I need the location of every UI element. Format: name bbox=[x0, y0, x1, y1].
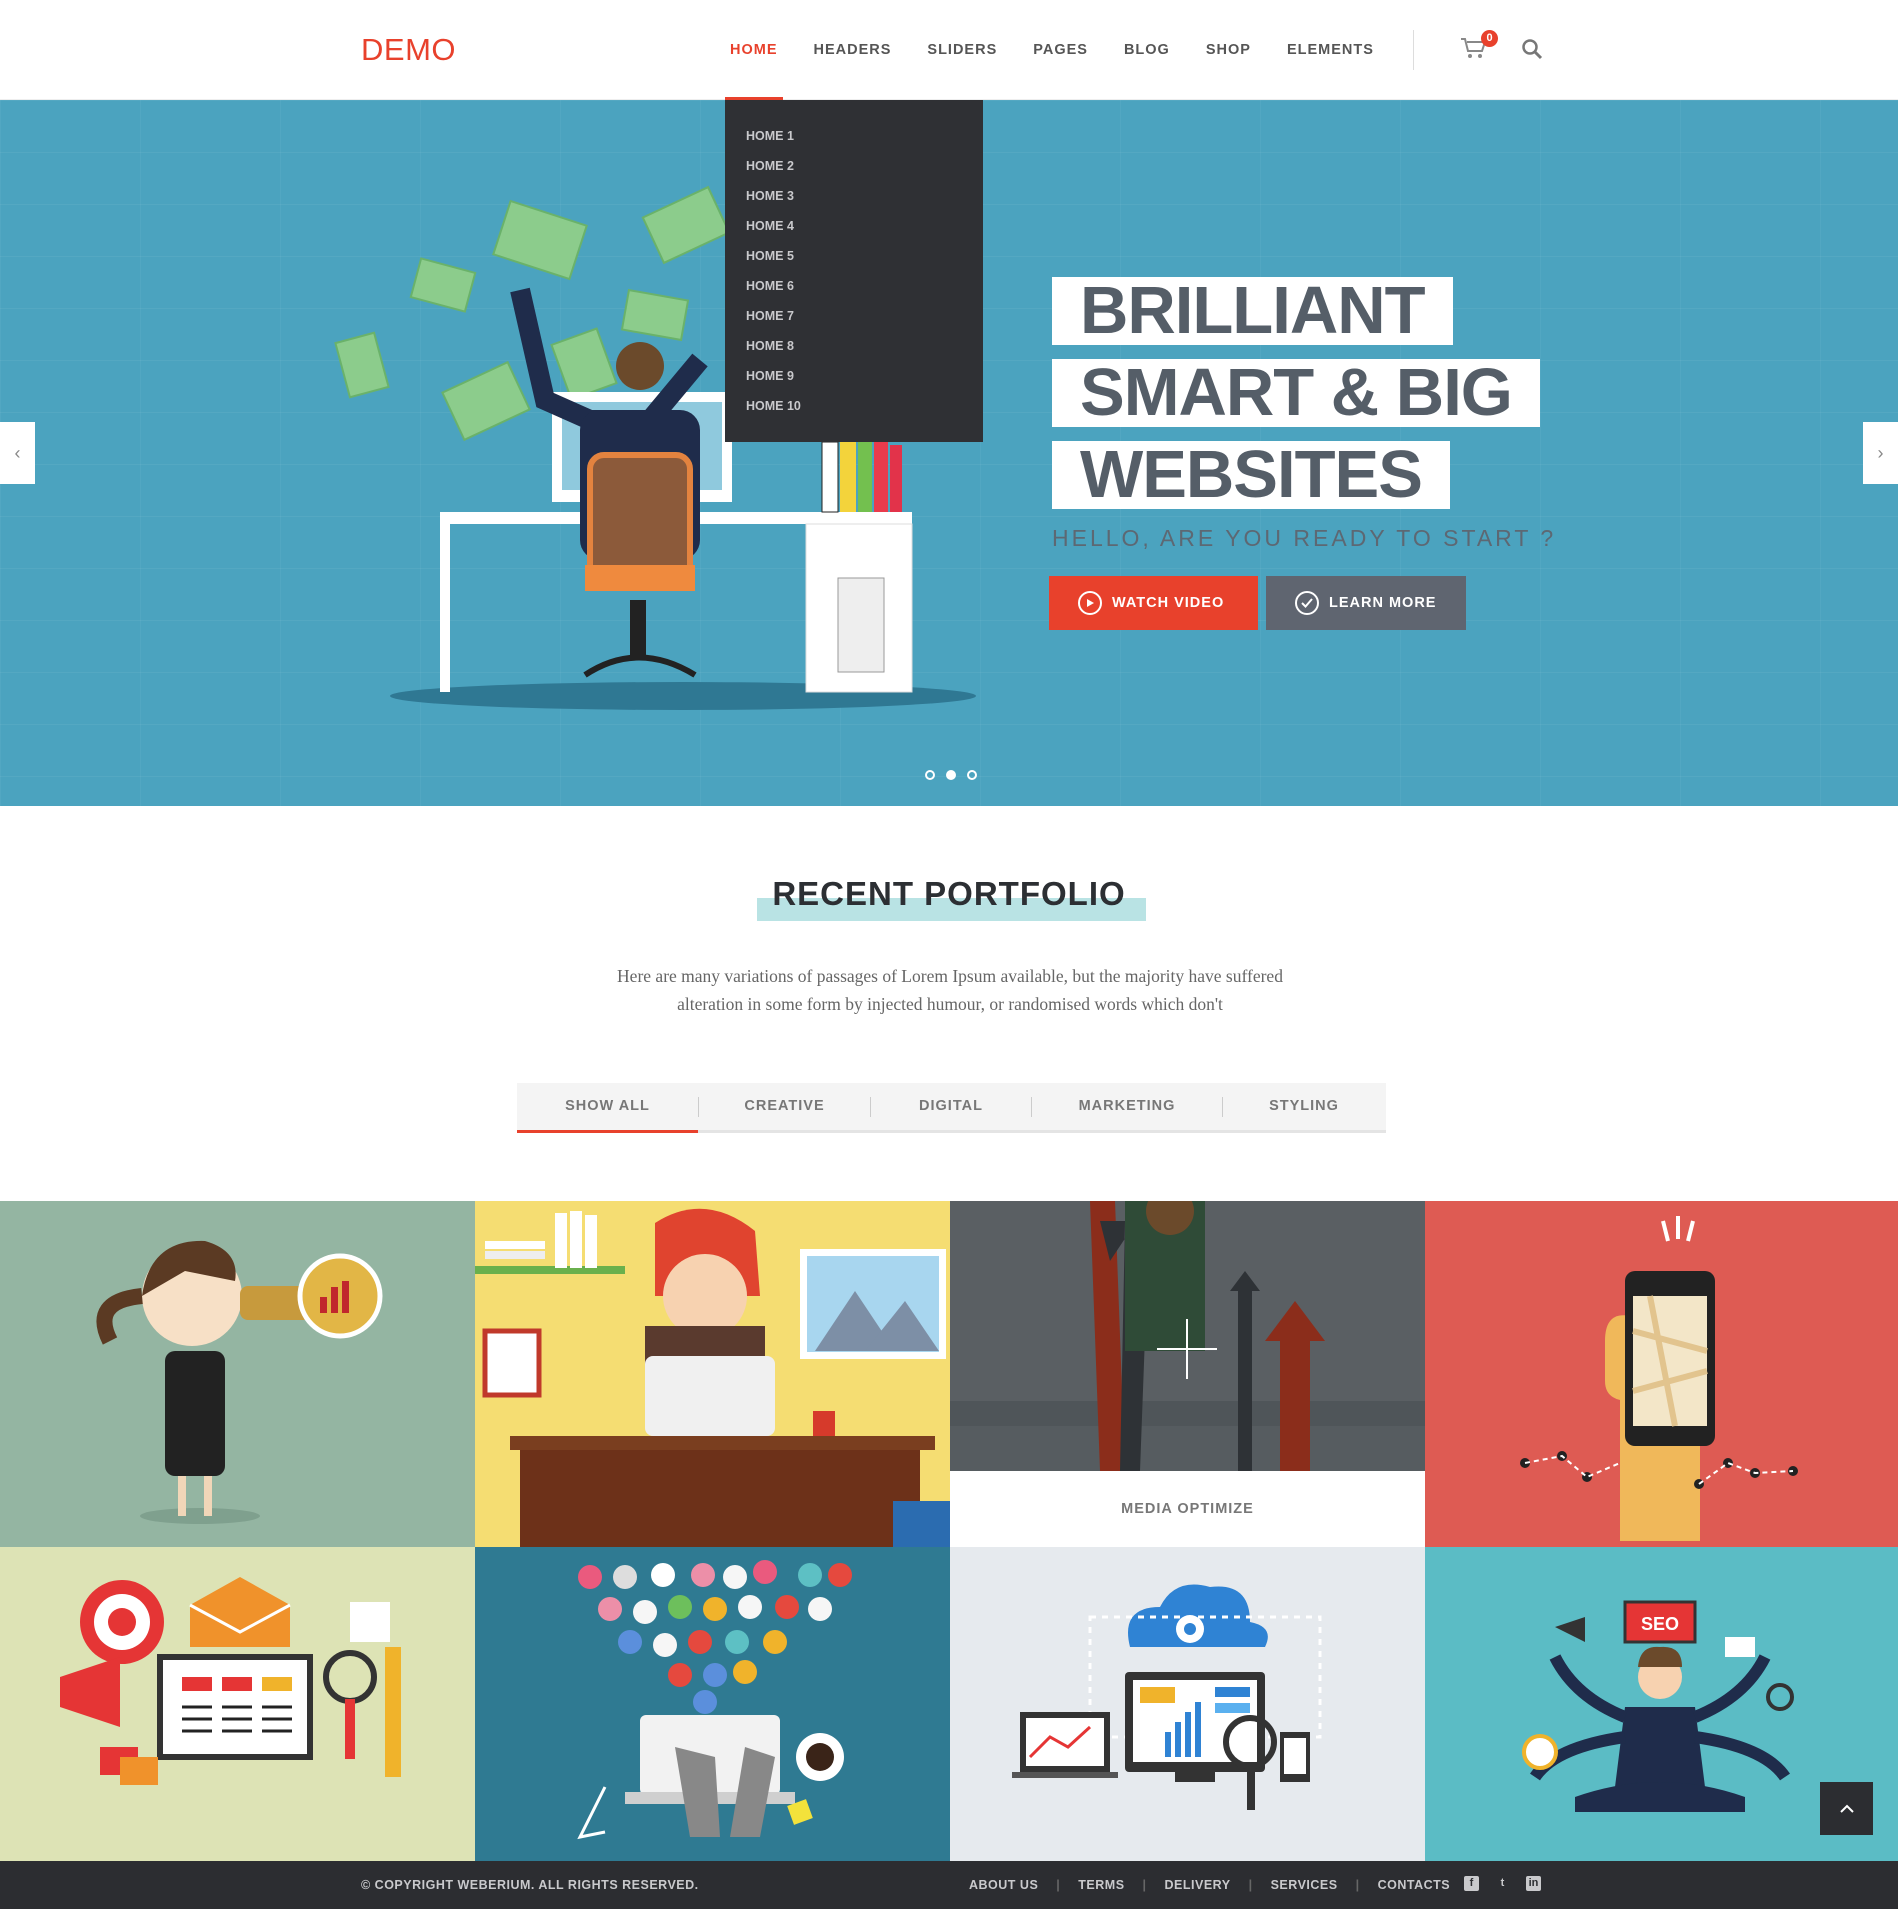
search-icon[interactable] bbox=[1521, 38, 1543, 60]
home-dropdown-menu: HOME 1 HOME 2 HOME 3 HOME 4 HOME 5 HOME … bbox=[725, 100, 983, 442]
marketing-icons-illustration bbox=[60, 1577, 401, 1785]
dropdown-item-home-1[interactable]: HOME 1 bbox=[725, 125, 983, 155]
linkedin-icon[interactable]: in bbox=[1526, 1876, 1541, 1891]
footer-link-services[interactable]: SERVICES bbox=[1253, 1878, 1356, 1892]
svg-text:SEO: SEO bbox=[1641, 1614, 1679, 1634]
portfolio-item-media-optimize[interactable]: MEDIA OPTIMIZE bbox=[950, 1201, 1425, 1547]
dropdown-item-home-10[interactable]: HOME 10 bbox=[725, 395, 983, 425]
copyright-text: © COPYRIGHT WEBERIUM. ALL RIGHTS RESERVE… bbox=[361, 1878, 699, 1892]
dropdown-item-home-2[interactable]: HOME 2 bbox=[725, 155, 983, 185]
hero-subtitle: HELLO, ARE YOU READY TO START ? bbox=[1052, 525, 1557, 551]
dropdown-item-home-8[interactable]: HOME 8 bbox=[725, 335, 983, 365]
filter-marketing[interactable]: MARKETING bbox=[1032, 1083, 1222, 1130]
nav-blog[interactable]: BLOG bbox=[1106, 0, 1188, 100]
filter-show-all[interactable]: SHOW ALL bbox=[517, 1083, 698, 1133]
social-links: f t in bbox=[1464, 1876, 1541, 1891]
hero-headline-line-1: BRILLIANT bbox=[1052, 277, 1453, 345]
footer-link-contacts[interactable]: CONTACTS bbox=[1360, 1878, 1469, 1892]
check-icon bbox=[1295, 591, 1319, 615]
filter-styling[interactable]: STYLING bbox=[1223, 1083, 1385, 1130]
slider-dot-2[interactable] bbox=[946, 770, 956, 780]
footer-link-about-us[interactable]: ABOUT US bbox=[951, 1878, 1056, 1892]
facebook-icon[interactable]: f bbox=[1464, 1876, 1479, 1891]
businesswoman-telescope-illustration bbox=[96, 1240, 383, 1524]
filter-digital[interactable]: DIGITAL bbox=[871, 1083, 1031, 1130]
slider-next-button[interactable]: › bbox=[1863, 422, 1898, 484]
site-footer: © COPYRIGHT WEBERIUM. ALL RIGHTS RESERVE… bbox=[0, 1861, 1898, 1909]
footer-link-terms[interactable]: TERMS bbox=[1060, 1878, 1142, 1892]
cart-count-badge: 0 bbox=[1481, 30, 1498, 47]
nav-elements[interactable]: ELEMENTS bbox=[1269, 0, 1392, 100]
portfolio-item-mobile-map[interactable] bbox=[1425, 1201, 1898, 1547]
nav-home[interactable]: HOME bbox=[712, 0, 796, 100]
dropdown-item-home-9[interactable]: HOME 9 bbox=[725, 365, 983, 395]
footer-link-delivery[interactable]: DELIVERY bbox=[1147, 1878, 1249, 1892]
portfolio-description: Here are many variations of passages of … bbox=[617, 966, 1283, 1014]
back-to-top-button[interactable] bbox=[1820, 1782, 1873, 1835]
slider-dot-3[interactable] bbox=[967, 770, 977, 780]
portfolio-item-social-laptop[interactable] bbox=[475, 1547, 950, 1861]
portfolio-item-binoculars[interactable] bbox=[0, 1201, 475, 1547]
nav-pages[interactable]: PAGES bbox=[1015, 0, 1106, 100]
footer-links: ABOUT US | TERMS | DELIVERY | SERVICES | CON… bbox=[951, 1878, 1468, 1892]
woman-at-desk-illustration bbox=[475, 1208, 950, 1547]
hero-headline-line-2: SMART & BIG bbox=[1052, 359, 1540, 427]
watch-video-label: WATCH VIDEO bbox=[1112, 595, 1225, 611]
dropdown-item-home-4[interactable]: HOME 4 bbox=[725, 215, 983, 245]
filter-creative[interactable]: CREATIVE bbox=[699, 1083, 870, 1130]
slider-pagination bbox=[925, 770, 977, 780]
portfolio-item-marketing-tools[interactable] bbox=[0, 1547, 475, 1861]
nav-shop[interactable]: SHOP bbox=[1188, 0, 1269, 100]
play-icon bbox=[1078, 591, 1102, 615]
watch-video-button[interactable]: WATCH VIDEO bbox=[1049, 576, 1258, 630]
hero-headline-line-3: WEBSITES bbox=[1052, 441, 1450, 509]
nav-sliders[interactable]: SLIDERS bbox=[909, 0, 1015, 100]
nav-divider bbox=[1413, 30, 1414, 70]
dropdown-item-home-5[interactable]: HOME 5 bbox=[725, 245, 983, 275]
portfolio-grid: MEDIA OPTIMIZE SEO bbox=[0, 1201, 1898, 1861]
portfolio-filter-bar: SHOW ALL CREATIVE DIGITAL MARKETING STYL… bbox=[517, 1083, 1386, 1133]
learn-more-label: LEARN MORE bbox=[1329, 595, 1437, 611]
slider-dot-1[interactable] bbox=[925, 770, 935, 780]
portfolio-caption: MEDIA OPTIMIZE bbox=[950, 1471, 1425, 1547]
dropdown-item-home-3[interactable]: HOME 3 bbox=[725, 185, 983, 215]
social-media-laptop-illustration bbox=[577, 1560, 852, 1840]
slider-prev-button[interactable]: ‹ bbox=[0, 422, 35, 484]
chevron-up-icon bbox=[1839, 1804, 1854, 1813]
nav-headers[interactable]: HEADERS bbox=[796, 0, 910, 100]
cloud-analytics-illustration bbox=[1012, 1584, 1322, 1810]
dropdown-item-home-6[interactable]: HOME 6 bbox=[725, 275, 983, 305]
main-nav: HOME HEADERS SLIDERS PAGES BLOG SHOP ELE… bbox=[712, 0, 1392, 100]
phone-map-illustration bbox=[1520, 1216, 1798, 1541]
dropdown-item-home-7[interactable]: HOME 7 bbox=[725, 305, 983, 335]
site-header: DEMO HOME HEADERS SLIDERS PAGES BLOG SHO… bbox=[0, 0, 1898, 100]
portfolio-item-cloud-analytics[interactable] bbox=[950, 1547, 1425, 1861]
portfolio-item-desk-worker[interactable] bbox=[475, 1201, 950, 1547]
portfolio-title: RECENT PORTFOLIO bbox=[772, 875, 1126, 912]
logo[interactable]: DEMO bbox=[361, 32, 456, 68]
learn-more-button[interactable]: LEARN MORE bbox=[1266, 576, 1466, 630]
twitter-icon[interactable]: t bbox=[1495, 1876, 1510, 1891]
